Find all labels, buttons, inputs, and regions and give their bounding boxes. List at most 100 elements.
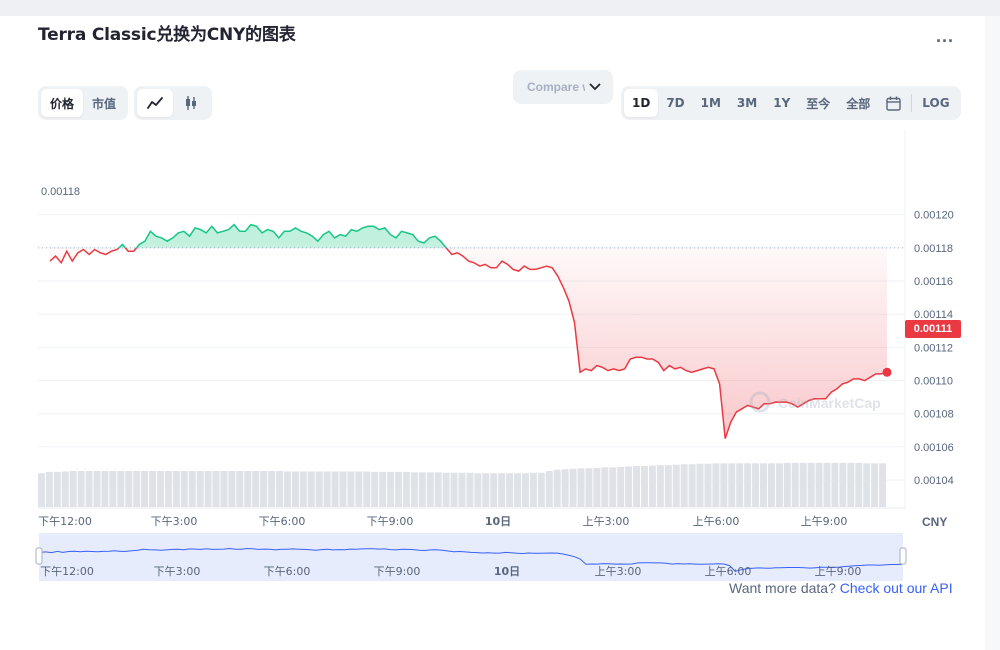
volume-bar	[506, 473, 514, 507]
volume-bar	[609, 467, 617, 507]
navigator-tick-label: 下午9:00	[374, 565, 421, 578]
volume-bar	[268, 471, 276, 507]
volume-bar	[633, 466, 641, 507]
volume-bar	[664, 465, 672, 507]
api-link[interactable]: Check out our API	[840, 580, 953, 596]
volume-bar	[744, 463, 752, 507]
volume-bar	[728, 463, 736, 507]
volume-bar	[482, 473, 490, 507]
volume-bar	[577, 468, 585, 507]
volume-bar	[601, 467, 609, 507]
price-chart[interactable]: 0.001200.001180.001160.001140.001120.001…	[0, 16, 985, 650]
range-navigator[interactable]: 下午12:00 下午3:00 下午6:00 下午9:00 10日 上午3:00 上午6:00…	[35, 533, 907, 581]
y-tick-label: 0.00112	[914, 342, 953, 354]
navigator-right-handle[interactable]	[899, 547, 907, 565]
y-axis-labels: 0.001200.001180.001160.001140.001120.001…	[914, 210, 954, 487]
current-value-label: 0.00111	[905, 320, 961, 338]
volume-bar	[252, 471, 260, 507]
volume-bar	[53, 471, 61, 507]
volume-bar	[648, 465, 656, 507]
volume-bar	[847, 462, 855, 507]
volume-bar	[522, 473, 529, 507]
volume-bar	[474, 473, 482, 507]
navigator-tick-label: 下午3:00	[154, 565, 201, 578]
navigator-tick-label: 下午12:00	[40, 565, 94, 578]
y-tick-label: 0.00104	[914, 475, 954, 487]
footer-text: Want more data?	[729, 580, 836, 596]
volume-bar	[85, 471, 93, 507]
x-tick-label: 下午6:00	[259, 515, 306, 528]
volume-bar	[212, 471, 220, 507]
volume-bar	[720, 463, 728, 507]
volume-bar	[77, 471, 85, 507]
volume-bar	[855, 462, 863, 507]
navigator-tick-label: 10日	[494, 565, 520, 578]
volume-bar	[387, 471, 395, 507]
volume-bar	[347, 471, 355, 507]
y-tick-label: 0.00108	[914, 409, 954, 421]
x-axis-labels: 下午12:00 下午3:00 下午6:00 下午9:00 10日 上午3:00 上午6:00…	[38, 515, 847, 528]
volume-bar	[426, 472, 434, 507]
volume-bar	[418, 472, 426, 507]
volume-bar	[299, 471, 307, 507]
volume-bar	[442, 472, 450, 507]
volume-bar	[260, 471, 268, 507]
volume-bar	[141, 471, 149, 507]
x-tick-label: 上午9:00	[801, 515, 848, 528]
volume-bar	[807, 462, 815, 507]
volume-bar	[117, 471, 125, 507]
navigator-left-handle[interactable]	[35, 547, 43, 565]
volume-bar	[688, 464, 696, 507]
x-tick-label: 上午3:00	[583, 515, 630, 528]
x-tick-label: 下午12:00	[38, 515, 92, 528]
volume-bar	[69, 471, 77, 507]
volume-bar	[514, 473, 522, 507]
volume-bar	[220, 471, 228, 507]
volume-bar	[164, 471, 172, 507]
volume-bar	[45, 471, 53, 507]
volume-bar	[831, 462, 839, 507]
volume-bar	[379, 471, 387, 507]
volume-bar	[188, 471, 196, 507]
volume-bar	[736, 463, 744, 507]
volume-bar	[641, 466, 648, 507]
volume-bar	[244, 471, 252, 507]
volume-bar	[783, 462, 791, 507]
navigator-tick-label: 下午6:00	[264, 565, 311, 578]
x-tick-label: 上午6:00	[693, 515, 740, 528]
navigator-tick-label: 上午3:00	[595, 565, 642, 578]
volume-bar	[712, 463, 720, 507]
volume-bar	[593, 467, 601, 507]
volume-bar	[775, 463, 783, 507]
volume-bar	[450, 472, 458, 507]
volume-bar	[125, 471, 133, 507]
volume-bar	[625, 466, 633, 507]
volume-bar	[355, 471, 363, 507]
current-price-dot	[882, 367, 892, 377]
volume-bar	[410, 472, 418, 507]
volume-bar	[879, 463, 886, 507]
volume-bar	[228, 471, 236, 507]
volume-bar	[236, 471, 244, 507]
volume-bar	[363, 471, 371, 507]
volume-bar	[371, 471, 379, 507]
volume-bar	[307, 471, 315, 507]
volume-bar	[466, 472, 474, 507]
volume-bar	[799, 462, 807, 507]
volume-bar	[315, 471, 323, 507]
volume-bars	[38, 462, 886, 507]
volume-bar	[38, 473, 45, 507]
volume-bar	[815, 462, 823, 507]
volume-bar	[196, 471, 204, 507]
volume-bar	[133, 471, 141, 507]
navigator-tick-label: 上午6:00	[705, 565, 752, 578]
volume-bar	[204, 471, 212, 507]
volume-bar	[434, 472, 442, 507]
volume-bar	[291, 471, 299, 507]
volume-bar	[752, 463, 760, 507]
volume-bar	[672, 464, 680, 507]
y-tick-label: 0.00120	[914, 210, 954, 222]
volume-bar	[93, 471, 101, 507]
volume-bar	[61, 471, 69, 507]
volume-bar	[276, 471, 283, 507]
